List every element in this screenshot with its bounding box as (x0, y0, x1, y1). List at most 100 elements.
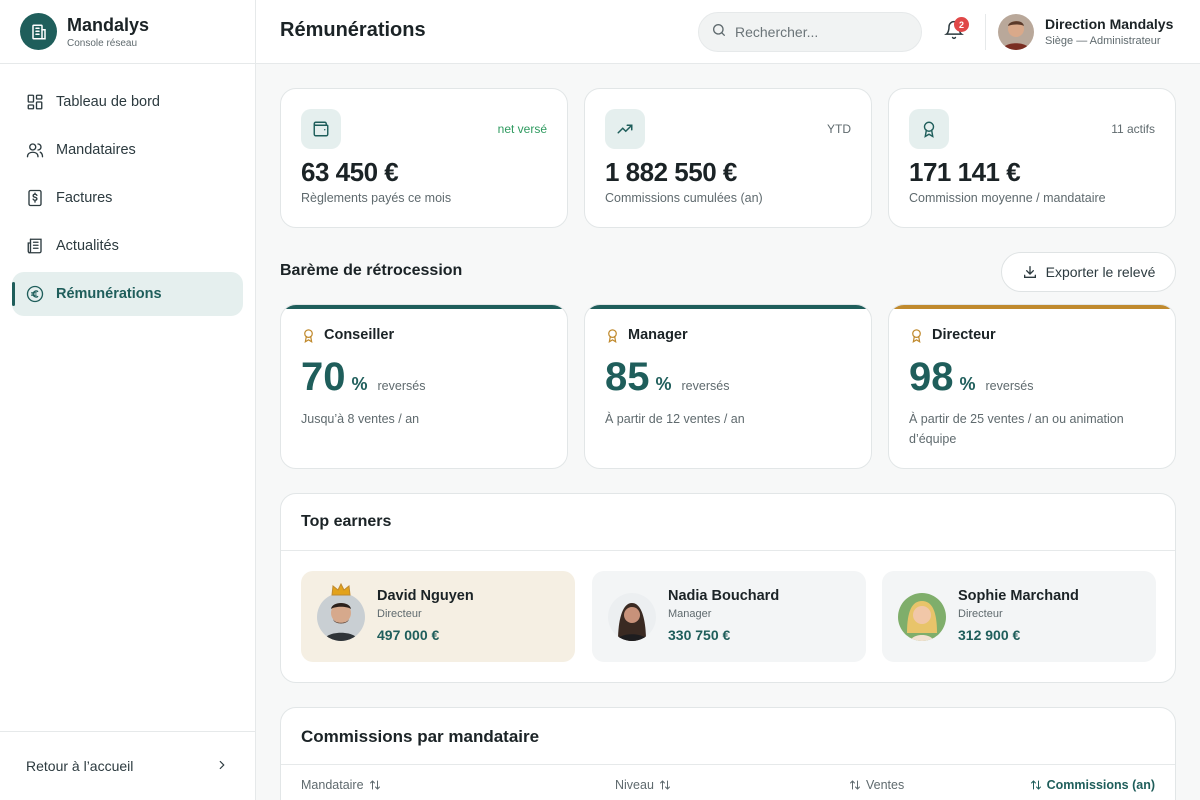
stat-card-average: 11 actifs 171 141 € Commission moyenne /… (888, 88, 1176, 228)
crown-icon (331, 582, 351, 602)
sidebar-item-label: Tableau de bord (56, 94, 160, 110)
divider (281, 764, 1175, 765)
stat-value: 1 882 550 € (605, 157, 737, 187)
tier-header: Conseiller (301, 327, 394, 343)
sidebar-item-label: Factures (56, 190, 113, 206)
page-title: Rémunérations (280, 19, 426, 41)
tier-rate-value: 70 (301, 355, 346, 399)
earner-name: Nadia Bouchard (668, 588, 780, 604)
sort-icon (369, 779, 381, 791)
stat-label: Commissions cumulées (an) (605, 191, 763, 205)
tier-rate: 98 % reversés (909, 355, 1033, 400)
tier-rate-value: 98 (909, 355, 954, 399)
sidebar-item-factures[interactable]: Factures (12, 176, 243, 220)
stat-card-ytd: YTD 1 882 550 € Commissions cumulées (an… (584, 88, 872, 228)
newspaper-icon (26, 237, 44, 255)
user-role: Siège — Administrateur (1045, 35, 1161, 47)
tier-description: À partir de 25 ventes / an ou animation … (909, 412, 1124, 446)
earner-card[interactable]: Nadia Bouchard Manager 330 750 € (592, 571, 866, 662)
stat-label: Règlements payés ce mois (301, 191, 452, 205)
chevron-right-icon (215, 758, 229, 775)
tier-name: Conseiller (324, 327, 395, 343)
top-earners-card: Top earners David Nguyen Directeur 497 0… (280, 493, 1176, 683)
earner-name: Sophie Marchand (958, 588, 1079, 604)
user-name: Direction Mandalys (1045, 16, 1174, 32)
sidebar-item-remunerations[interactable]: Rémunérations (12, 272, 243, 316)
column-label: Ventes (866, 778, 905, 792)
earner-name: David Nguyen (377, 588, 474, 604)
stat-tag: YTD (827, 122, 851, 136)
award-icon (605, 328, 620, 343)
sidebar: Mandalys Console réseau Tableau de bord … (0, 0, 256, 800)
brand-subtitle: Console réseau (67, 37, 138, 49)
notification-badge: 2 (954, 17, 969, 32)
tier-accent-bar (889, 305, 1175, 309)
avatar (898, 593, 946, 641)
stat-label: Commission moyenne / mandataire (909, 191, 1106, 205)
tier-card-conseiller: Conseiller 70 % reversés Jusqu’à 8 vente… (280, 304, 568, 469)
earner-role: Manager (668, 608, 712, 620)
sidebar-item-label: Rémunérations (56, 286, 162, 302)
users-icon (26, 141, 44, 159)
earner-amount: 312 900 € (958, 627, 1021, 643)
invoice-dollar-icon (26, 189, 44, 207)
back-to-home-link[interactable]: Retour à l’accueil (0, 731, 255, 800)
avatar (608, 593, 656, 641)
sidebar-item-dashboard[interactable]: Tableau de bord (12, 80, 243, 124)
tier-rate-suffix: reversés (377, 379, 426, 393)
export-button[interactable]: Exporter le relevé (1001, 252, 1176, 292)
commissions-title: Commissions par mandataire (301, 727, 540, 746)
divider (281, 550, 1175, 551)
column-header-ventes[interactable]: Ventes (849, 778, 904, 792)
column-header-commissions[interactable]: Commissions (an) (1030, 778, 1155, 792)
building-icon (20, 13, 57, 50)
tier-rate-percent: % (959, 374, 976, 394)
tier-card-directeur: Directeur 98 % reversés À partir de 25 v… (888, 304, 1176, 469)
stat-value: 63 450 € (301, 157, 399, 187)
award-icon (301, 328, 316, 343)
export-button-label: Exporter le relevé (1045, 264, 1156, 280)
wallet-icon (301, 109, 341, 149)
header-divider (985, 14, 986, 50)
column-header-mandataire[interactable]: Mandataire (301, 778, 381, 792)
earner-amount: 330 750 € (668, 627, 731, 643)
tier-rate-value: 85 (605, 355, 650, 399)
sidebar-item-label: Actualités (56, 238, 119, 254)
tier-rate-suffix: reversés (681, 379, 730, 393)
avatar[interactable] (998, 14, 1034, 50)
column-label: Mandataire (301, 778, 364, 792)
column-label: Niveau (615, 778, 654, 792)
earner-amount: 497 000 € (377, 627, 440, 643)
tier-accent-bar (585, 305, 871, 309)
search-input[interactable] (735, 24, 905, 40)
sidebar-item-label: Mandataires (56, 142, 136, 158)
search-box[interactable] (698, 12, 922, 52)
search-icon (711, 22, 727, 43)
download-icon (1022, 264, 1038, 280)
sort-icon (659, 779, 671, 791)
top-header: Rémunérations 2 Direction Mandalys Siège… (256, 0, 1200, 64)
tier-name: Directeur (932, 327, 996, 343)
tier-rate: 85 % reversés (605, 355, 729, 400)
tier-rate-percent: % (655, 374, 672, 394)
sidebar-item-mandataires[interactable]: Mandataires (12, 128, 243, 172)
column-header-niveau[interactable]: Niveau (615, 778, 671, 792)
tier-card-manager: Manager 85 % reversés À partir de 12 ven… (584, 304, 872, 469)
tier-description: À partir de 12 ventes / an (605, 412, 745, 426)
sort-icon (1030, 779, 1042, 791)
sort-icon (849, 779, 861, 791)
sidebar-item-actualites[interactable]: Actualités (12, 224, 243, 268)
earner-role: Directeur (377, 608, 422, 620)
tier-rate: 70 % reversés (301, 355, 425, 400)
notifications-button[interactable]: 2 (944, 17, 969, 42)
earner-card[interactable]: David Nguyen Directeur 497 000 € (301, 571, 575, 662)
brand[interactable]: Mandalys Console réseau (0, 0, 255, 64)
tier-header: Manager (605, 327, 688, 343)
stat-value: 171 141 € (909, 157, 1021, 187)
bareme-title: Barème de rétrocession (280, 262, 463, 279)
award-icon (909, 109, 949, 149)
earner-role: Directeur (958, 608, 1003, 620)
award-icon (909, 328, 924, 343)
earner-card[interactable]: Sophie Marchand Directeur 312 900 € (882, 571, 1156, 662)
sidebar-nav: Tableau de bord Mandataires Factures Act… (0, 64, 255, 336)
